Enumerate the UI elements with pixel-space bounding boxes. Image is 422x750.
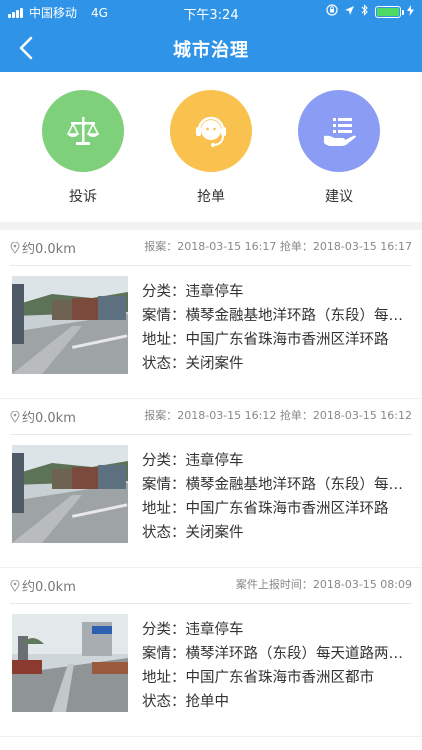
case-distance: 约0.0km [22,411,76,426]
charging-icon [407,4,414,19]
case-address: 地址：中国广东省珠海市香洲区洋环路 [142,501,389,517]
case-category: 分类：违章停车 [142,622,244,638]
case-address: 地址：中国广东省珠海市香洲区洋环路 [142,332,389,348]
battery-icon [375,5,404,18]
case-meta: 约0.0km 报案：2018-03-15 16:12 抢单：2018-03-15… [10,399,412,435]
case-state: 状态：关闭案件 [142,525,244,541]
grab-order-label: 抢单 [197,189,225,205]
case-distance: 约0.0km [22,242,76,257]
case-detail: 案情：横琴洋环路（东段）每天道路两旁停满货车 [142,646,412,662]
case-times: 案件上报时间：2018-03-15 08:09 [235,578,412,591]
case-times: 报案：2018-03-15 16:12 抢单：2018-03-15 16:12 [144,409,412,422]
case-item[interactable]: 约0.0km 报案：2018-03-15 16:12 抢单：2018-03-15… [0,399,422,568]
page-title: 城市治理 [173,40,249,61]
case-detail: 案情：横琴金融基地洋环路（东段）每天道路两旁停满货车 [142,477,412,493]
case-category: 分类：违章停车 [142,453,244,469]
case-state: 状态：抢单中 [142,694,229,710]
case-photo [12,614,128,712]
location-pin-icon [10,579,20,592]
location-icon [344,5,355,19]
section-divider [0,222,422,230]
location-pin-icon [10,241,20,254]
scales-icon [66,117,100,145]
case-item[interactable]: 约0.0km 报案：2018-03-15 16:17 抢单：2018-03-15… [0,230,422,399]
nav-bar: 城市治理 [0,24,422,72]
action-row: 投诉 抢单 建议 [0,72,422,222]
case-meta: 约0.0km 报案：2018-03-15 16:17 抢单：2018-03-15… [10,230,412,266]
case-info: 分类：违章停车 案情：横琴金融基地洋环路（东段）每天道路两旁停满货车 地址：中国… [142,280,412,376]
case-body[interactable]: 分类：违章停车 案情：横琴洋环路（东段）每天道路两旁停满货车 地址：中国广东省珠… [12,614,412,714]
case-times: 报案：2018-03-15 16:17 抢单：2018-03-15 16:17 [144,240,412,253]
case-info: 分类：违章停车 案情：横琴洋环路（东段）每天道路两旁停满货车 地址：中国广东省珠… [142,618,412,714]
case-photo [12,445,128,543]
case-photo [12,276,128,374]
headset-agent-icon [196,116,226,147]
suggestion-circle [298,90,380,172]
top-bar: 中国移动 4G 下午3:24 城市治理 [0,0,422,72]
case-body[interactable]: 分类：违章停车 案情：横琴金融基地洋环路（东段）每天道路两旁停满货车 地址：中国… [12,276,412,376]
complaint-circle [42,90,124,172]
case-body[interactable]: 分类：违章停车 案情：横琴金融基地洋环路（东段）每天道路两旁停满货车 地址：中国… [12,445,412,545]
suggestion-label: 建议 [325,189,353,205]
case-item[interactable]: 约0.0km 案件上报时间：2018-03-15 08:09 分类：违章停车 案… [0,568,422,737]
case-category: 分类：违章停车 [142,284,244,300]
case-detail: 案情：横琴金融基地洋环路（东段）每天道路两旁停满货车 [142,308,412,324]
case-list: 约0.0km 报案：2018-03-15 16:17 抢单：2018-03-15… [0,230,422,737]
grab-order-button[interactable]: 抢单 [161,90,261,206]
suggestion-button[interactable]: 建议 [289,90,389,206]
case-state: 状态：关闭案件 [142,356,244,372]
bluetooth-icon [361,4,369,19]
case-info: 分类：违章停车 案情：横琴金融基地洋环路（东段）每天道路两旁停满货车 地址：中国… [142,449,412,545]
complaint-label: 投诉 [69,189,97,205]
case-meta: 约0.0km 案件上报时间：2018-03-15 08:09 [10,568,412,604]
status-bar: 中国移动 4G 下午3:24 [0,0,422,24]
case-address: 地址：中国广东省珠海市香洲区都市 [142,670,374,686]
complaint-button[interactable]: 投诉 [33,90,133,206]
grab-order-circle [170,90,252,172]
case-distance: 约0.0km [22,580,76,595]
hand-list-icon [324,118,356,146]
lock-rotation-icon [326,4,338,19]
location-pin-icon [10,410,20,423]
